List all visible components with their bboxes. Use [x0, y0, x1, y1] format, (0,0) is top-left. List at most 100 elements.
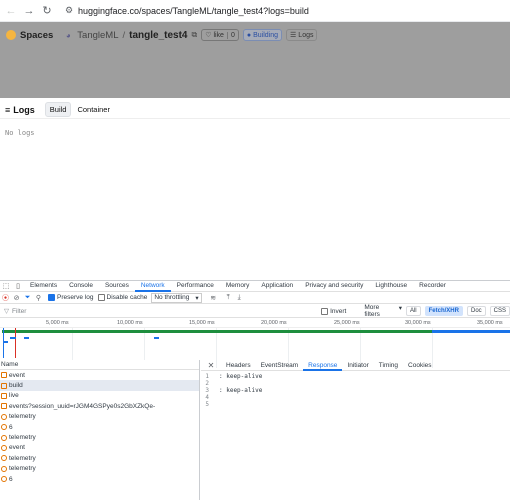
reload-icon[interactable]: ↻ — [38, 2, 56, 20]
browser-toolbar: ← → ↻ ⚙ huggingface.co/spaces/TangleML/t… — [0, 0, 510, 22]
forward-icon[interactable]: → — [20, 2, 38, 20]
more-filters-dropdown[interactable]: More filters ▾ — [364, 304, 402, 318]
wifi-icon[interactable]: ≋ — [208, 294, 219, 302]
space-header: Spaces ◕ TangleML / tangle_test4 ⧉ ♡ lik… — [0, 22, 510, 98]
request-row[interactable]: live — [0, 391, 199, 401]
request-row[interactable]: event — [0, 443, 199, 453]
tab-elements[interactable]: Elements — [24, 280, 63, 292]
overview-request-bar — [24, 337, 29, 339]
tab-initiator[interactable]: Initiator — [342, 360, 373, 371]
site-info-icon[interactable]: ⚙ — [62, 5, 76, 16]
upload-icon[interactable]: ⤒ — [223, 294, 234, 302]
line-number: 3 — [205, 387, 209, 394]
ruler-tick: 10,000 ms — [117, 320, 143, 326]
tab-memory[interactable]: Memory — [220, 280, 255, 292]
overview-request-bar — [154, 337, 159, 339]
code-line: 1: keep-alive — [201, 373, 510, 380]
line-text: : keep-alive — [219, 373, 263, 380]
request-row[interactable]: telemetry — [0, 464, 199, 474]
tab-headers[interactable]: Headers — [221, 360, 256, 371]
tab-cookies[interactable]: Cookies — [403, 360, 436, 371]
request-row[interactable]: 6 — [0, 422, 199, 432]
preserve-log-checkbox[interactable]: Preserve log — [48, 294, 94, 301]
tab-sources[interactable]: Sources — [99, 280, 135, 292]
request-row[interactable]: telemetry — [0, 453, 199, 463]
response-body[interactable]: 1: keep-alive 2 3: keep-alive 4 5 — [201, 371, 510, 408]
search-icon[interactable]: ⚲ — [33, 294, 44, 302]
dom-content-loaded-marker — [3, 328, 4, 358]
tab-response[interactable]: Response — [303, 360, 343, 371]
filter-icon[interactable]: ⏷ — [22, 294, 33, 302]
request-name: live — [9, 392, 19, 400]
tab-console[interactable]: Console — [63, 280, 99, 292]
ruler-tick: 30,000 ms — [405, 320, 431, 326]
tab-lighthouse[interactable]: Lighthouse — [369, 280, 413, 292]
code-line: 4 — [201, 394, 510, 401]
like-button[interactable]: ♡ like 0 — [201, 29, 239, 41]
invert-checkbox[interactable]: Invert — [321, 307, 346, 315]
request-row[interactable]: events?session_uuid=rJGM4GSPye0s2GbXZkQe… — [0, 401, 199, 411]
request-row[interactable]: 6 — [0, 474, 199, 484]
inspect-element-icon[interactable]: ⬚ — [0, 282, 12, 290]
tab-build[interactable]: Build — [44, 102, 72, 117]
tab-recorder[interactable]: Recorder — [413, 280, 452, 292]
record-icon[interactable]: ⦿ — [0, 293, 11, 303]
timeline-ruler: 5,000 ms 10,000 ms 15,000 ms 20,000 ms 2… — [0, 318, 510, 328]
path-separator: / — [122, 29, 126, 41]
xhr-icon — [1, 372, 7, 379]
tab-privacy-security[interactable]: Privacy and security — [299, 280, 369, 292]
url-text: huggingface.co/spaces/TangleML/tangle_te… — [78, 5, 309, 16]
owner-link[interactable]: TangleML — [77, 30, 118, 41]
address-bar[interactable]: ⚙ huggingface.co/spaces/TangleML/tangle_… — [62, 1, 506, 20]
devtools-tab-bar: ⬚ ▯ Elements Console Sources Network Per… — [0, 280, 510, 292]
logs-list-icon: ≡ — [5, 104, 11, 115]
back-icon[interactable]: ← — [2, 2, 20, 20]
logs-button[interactable]: ☰ Logs — [286, 29, 318, 41]
filter-doc[interactable]: Doc — [466, 306, 486, 316]
line-number: 2 — [205, 380, 209, 387]
request-row[interactable]: event — [0, 370, 199, 380]
request-name: telemetry — [9, 434, 36, 442]
spaces-link[interactable]: Spaces — [20, 30, 53, 41]
request-name: 6 — [9, 423, 13, 431]
clear-icon[interactable]: ⊘ — [11, 294, 22, 302]
request-name: events?session_uuid=rJGM4GSPye0s2GbXZkQe… — [9, 402, 156, 410]
throttling-select[interactable]: No throttling ▾ — [151, 292, 202, 303]
name-column-header[interactable]: Name — [0, 360, 199, 370]
like-count: 0 — [226, 31, 238, 39]
copy-icon[interactable]: ⧉ — [191, 30, 197, 40]
device-toolbar-icon[interactable]: ▯ — [12, 282, 24, 290]
code-line: 5 — [201, 401, 510, 408]
overview-blue-bar — [432, 330, 510, 333]
filter-fetch-xhr[interactable]: Fetch/XHR — [424, 306, 463, 316]
network-toolbar: ⦿ ⊘ ⏷ ⚲ Preserve log Disable cache No th… — [0, 292, 510, 304]
websocket-icon — [1, 455, 7, 462]
download-icon[interactable]: ⤓ — [234, 294, 245, 302]
tab-performance[interactable]: Performance — [171, 280, 220, 292]
tab-container[interactable]: Container — [73, 103, 114, 116]
checkbox-checked-icon — [48, 294, 55, 301]
disable-cache-checkbox[interactable]: Disable cache — [97, 294, 147, 301]
close-icon[interactable]: ✕ — [201, 361, 221, 370]
tab-application[interactable]: Application — [255, 280, 299, 292]
request-name: event — [9, 371, 25, 379]
request-row[interactable]: telemetry — [0, 432, 199, 442]
filter-input[interactable]: ▽ Filter — [4, 307, 317, 316]
tab-timing[interactable]: Timing — [374, 360, 403, 371]
repo-link[interactable]: tangle_test4 — [129, 30, 187, 41]
chevron-down-icon: ▾ — [195, 294, 199, 302]
line-text: : keep-alive — [219, 387, 263, 394]
chevron-down-icon: ▾ — [398, 305, 402, 312]
tab-network[interactable]: Network — [134, 280, 171, 292]
more-filters-label: More filters — [364, 304, 380, 318]
tab-eventstream[interactable]: EventStream — [256, 360, 304, 371]
websocket-icon — [1, 413, 7, 420]
filter-all[interactable]: All — [405, 306, 421, 316]
network-overview[interactable] — [0, 328, 510, 368]
request-list: Name event build live events?session_uuid=r… — [0, 360, 200, 500]
request-row[interactable]: build — [0, 380, 199, 391]
load-event-marker — [15, 328, 16, 358]
xhr-icon — [1, 403, 7, 410]
filter-css[interactable]: CSS — [489, 306, 510, 316]
request-row[interactable]: telemetry — [0, 412, 199, 422]
